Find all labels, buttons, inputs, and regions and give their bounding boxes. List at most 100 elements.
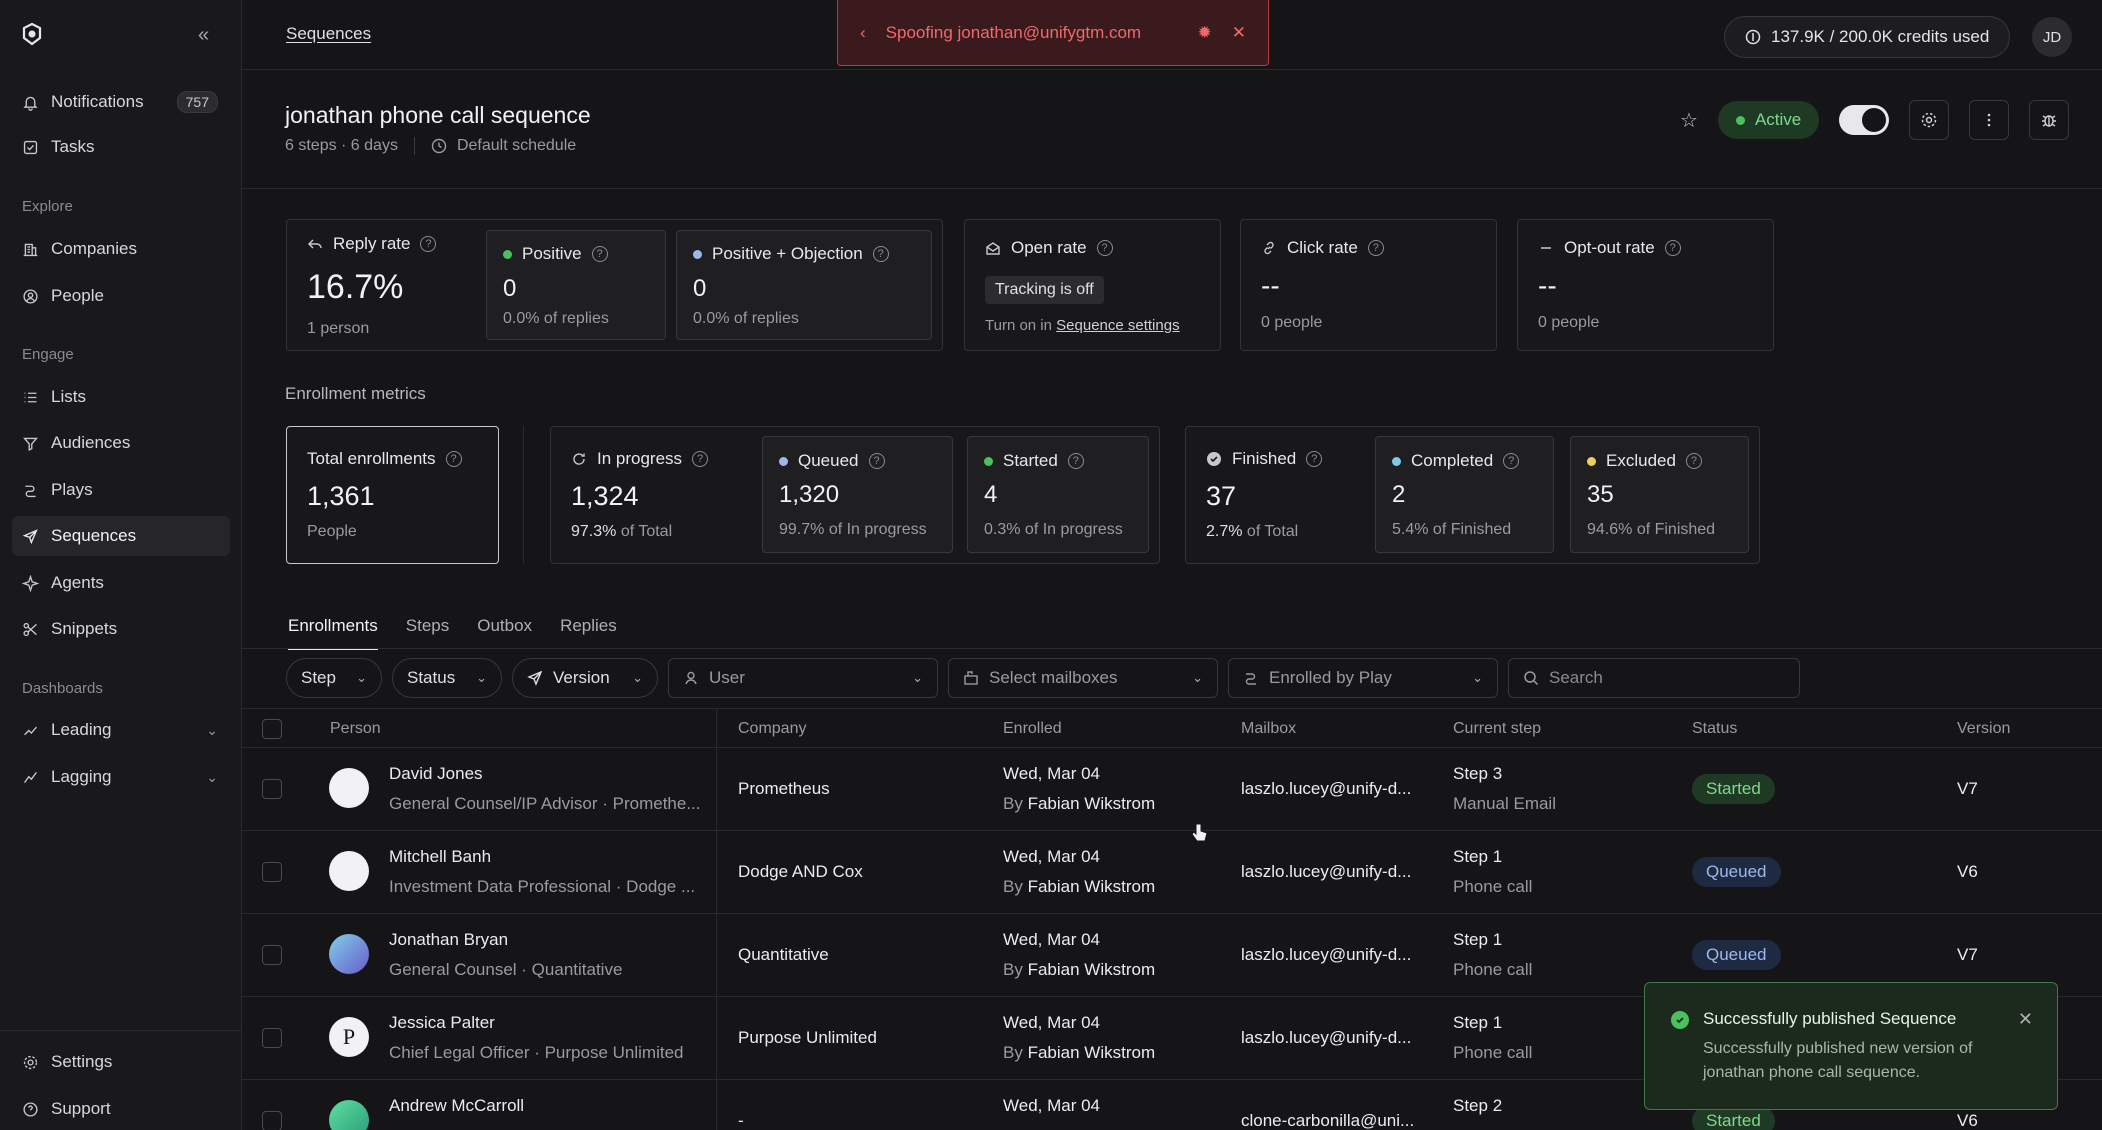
col-current-step[interactable]: Current step: [1453, 720, 1541, 738]
sequence-settings-link[interactable]: Sequence settings: [1056, 317, 1179, 334]
sidebar-item-leading[interactable]: Leading ⌄: [12, 710, 230, 750]
sidebar-item-agents[interactable]: Agents: [12, 563, 230, 603]
mailboxes-filter[interactable]: Select mailboxes ⌄: [948, 658, 1218, 698]
open-rate-card[interactable]: Open rate ? Tracking is off Turn on in S…: [964, 219, 1221, 351]
select-all-checkbox[interactable]: [262, 719, 282, 739]
positive-card[interactable]: Positive ? 0 0.0% of replies: [486, 230, 666, 340]
debug-button[interactable]: [2029, 100, 2070, 140]
user-avatar[interactable]: JD: [2032, 17, 2072, 57]
company-name[interactable]: Purpose Unlimited: [738, 1028, 877, 1048]
row-checkbox[interactable]: [262, 779, 282, 799]
schedule-text[interactable]: Default schedule: [457, 137, 576, 155]
opt-out-rate-card[interactable]: Opt-out rate ? -- 0 people: [1517, 219, 1774, 351]
tab-outbox[interactable]: Outbox: [477, 616, 532, 650]
excluded-card[interactable]: Excluded ? 35 94.6% of Finished: [1570, 436, 1749, 553]
settings-button[interactable]: [1909, 100, 1950, 140]
person-name[interactable]: Andrew McCarroll: [389, 1096, 524, 1116]
tab-enrollments[interactable]: Enrollments: [288, 616, 378, 650]
person-title: General Counsel/IP Advisor · Promethe...: [389, 794, 701, 813]
more-options-button[interactable]: [1969, 100, 2010, 140]
unify-logo-icon[interactable]: [20, 22, 44, 46]
sidebar-item-companies[interactable]: Companies: [12, 229, 230, 269]
bug-icon[interactable]: ✹: [1198, 23, 1212, 43]
credits-text: 137.9K / 200.0K credits used: [1771, 27, 1990, 46]
sidebar-item-notifications[interactable]: Notifications 757: [12, 82, 230, 122]
total-enrollments-card[interactable]: Total enrollments ? 1,361 People: [286, 426, 499, 564]
help-icon[interactable]: ?: [872, 246, 889, 262]
enrolled-date: Wed, Mar 04: [1003, 1013, 1101, 1032]
col-version[interactable]: Version: [1957, 720, 2010, 738]
help-icon[interactable]: ?: [420, 236, 437, 252]
col-company[interactable]: Company: [738, 720, 806, 738]
person-name[interactable]: Jonathan Bryan: [389, 930, 508, 950]
positive-objection-value: 0: [693, 275, 707, 302]
started-card[interactable]: Started ? 4 0.3% of In progress: [967, 436, 1149, 553]
credits-usage[interactable]: 137.9K / 200.0K credits used: [1724, 16, 2010, 58]
col-mailbox[interactable]: Mailbox: [1241, 720, 1296, 738]
completed-card[interactable]: Completed ? 2 5.4% of Finished: [1375, 436, 1554, 553]
step-filter[interactable]: Step ⌄: [286, 658, 382, 698]
table-row[interactable]: David Jones General Counsel/IP Advisor ·…: [242, 748, 2102, 831]
search-input[interactable]: Search: [1508, 658, 1800, 698]
row-checkbox[interactable]: [262, 862, 282, 882]
sidebar-item-audiences[interactable]: Audiences: [12, 423, 230, 463]
chevron-down-icon[interactable]: ⌄: [206, 722, 218, 739]
help-icon[interactable]: ?: [1664, 240, 1681, 256]
current-step: Step 2: [1453, 1096, 1503, 1115]
version-filter[interactable]: Version ⌄: [512, 658, 658, 698]
row-checkbox[interactable]: [262, 945, 282, 965]
col-enrolled[interactable]: Enrolled: [1003, 720, 1062, 738]
help-icon[interactable]: ?: [1685, 453, 1702, 469]
user-filter[interactable]: User ⌄: [668, 658, 938, 698]
enrolled-by-filter[interactable]: Enrolled by Play ⌄: [1228, 658, 1498, 698]
person-name[interactable]: David Jones: [389, 764, 483, 784]
sidebar-item-label: Tasks: [51, 137, 95, 156]
company-name[interactable]: -: [738, 1111, 744, 1130]
col-person[interactable]: Person: [330, 720, 381, 738]
help-icon[interactable]: ?: [1367, 240, 1384, 256]
help-icon[interactable]: ?: [591, 246, 608, 262]
status-filter[interactable]: Status ⌄: [392, 658, 502, 698]
collapse-sidebar-icon[interactable]: «: [198, 24, 209, 47]
breadcrumb-sequences[interactable]: Sequences: [286, 24, 371, 44]
refresh-icon: [573, 453, 585, 465]
sidebar-item-people[interactable]: People: [12, 276, 230, 316]
star-icon[interactable]: ☆: [1680, 108, 1698, 133]
table-row[interactable]: Mitchell Banh Investment Data Profession…: [242, 831, 2102, 914]
chevron-down-icon[interactable]: ⌄: [206, 769, 218, 786]
person-name[interactable]: Jessica Palter: [389, 1013, 495, 1033]
queued-card[interactable]: Queued ? 1,320 99.7% of In progress: [762, 436, 953, 553]
col-status[interactable]: Status: [1692, 720, 1737, 738]
sidebar-item-settings[interactable]: Settings: [12, 1042, 230, 1082]
help-icon[interactable]: ?: [1306, 451, 1323, 467]
help-icon[interactable]: ?: [1096, 240, 1113, 256]
close-icon[interactable]: ✕: [2018, 1009, 2033, 1030]
help-icon[interactable]: ?: [692, 451, 709, 467]
chevron-left-icon[interactable]: ‹: [860, 23, 866, 43]
help-icon[interactable]: ?: [868, 453, 885, 469]
click-rate-card[interactable]: Click rate ? -- 0 people: [1240, 219, 1497, 351]
help-icon[interactable]: ?: [445, 451, 462, 467]
close-icon[interactable]: ✕: [1232, 23, 1246, 43]
sidebar-item-sequences[interactable]: Sequences: [12, 516, 230, 556]
person-name[interactable]: Mitchell Banh: [389, 847, 491, 867]
in-progress-value: 1,324: [571, 481, 639, 511]
sidebar-item-lists[interactable]: Lists: [12, 377, 230, 417]
sidebar-item-plays[interactable]: Plays: [12, 470, 230, 510]
company-name[interactable]: Prometheus: [738, 779, 830, 799]
sidebar-item-support[interactable]: Support: [12, 1089, 230, 1129]
sidebar-item-tasks[interactable]: Tasks: [12, 127, 230, 167]
positive-objection-card[interactable]: Positive + Objection ? 0 0.0% of replies: [676, 230, 932, 340]
sidebar-item-snippets[interactable]: Snippets: [12, 609, 230, 649]
active-toggle[interactable]: [1839, 105, 1890, 135]
sparkle-icon: [22, 574, 39, 592]
tab-steps[interactable]: Steps: [406, 616, 449, 650]
company-name[interactable]: Quantitative: [738, 945, 829, 965]
row-checkbox[interactable]: [262, 1111, 282, 1130]
sidebar-item-lagging[interactable]: Lagging ⌄: [12, 757, 230, 797]
help-icon[interactable]: ?: [1067, 453, 1084, 469]
help-icon[interactable]: ?: [1503, 453, 1520, 469]
company-name[interactable]: Dodge AND Cox: [738, 862, 863, 882]
tab-replies[interactable]: Replies: [560, 616, 617, 650]
row-checkbox[interactable]: [262, 1028, 282, 1048]
